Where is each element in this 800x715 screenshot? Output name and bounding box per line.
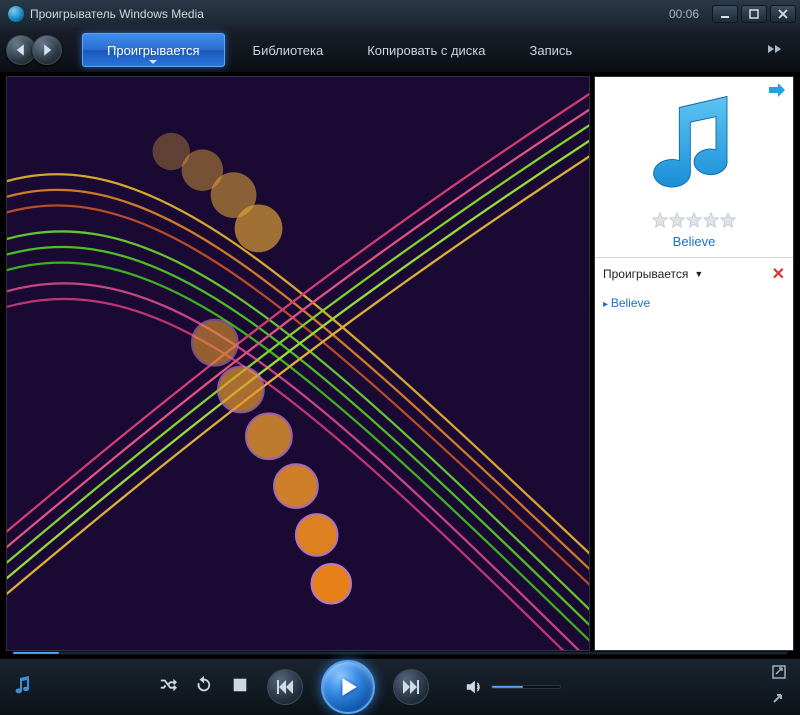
more-tabs-button[interactable] — [758, 41, 794, 59]
nav-forward-button[interactable] — [32, 35, 62, 65]
chevron-down-icon: ▼ — [694, 269, 703, 279]
next-panel-button[interactable] — [769, 83, 785, 102]
minimize-button[interactable] — [712, 5, 738, 23]
repeat-button[interactable] — [195, 676, 213, 699]
playlist-item-label: Believe — [611, 296, 650, 310]
tab-label: Запись — [530, 43, 573, 58]
chevron-down-icon — [149, 60, 157, 64]
star-icon — [703, 212, 719, 228]
tab-bar: Проигрывается Библиотека Копировать с ди… — [76, 28, 594, 72]
current-song-title: Believe — [603, 234, 785, 249]
volume-slider[interactable] — [491, 685, 561, 689]
compact-mode-button[interactable] — [772, 690, 786, 709]
seek-bar[interactable] — [12, 651, 788, 657]
tab-burn[interactable]: Запись — [508, 28, 595, 72]
close-button[interactable] — [770, 5, 796, 23]
tab-label: Библиотека — [253, 43, 324, 58]
playlist-item[interactable]: Believe — [603, 294, 785, 312]
tab-label: Копировать с диска — [367, 43, 485, 58]
switch-to-library-button[interactable] — [14, 675, 34, 700]
star-icon — [686, 212, 702, 228]
clear-playlist-button[interactable]: ✕ — [772, 264, 785, 284]
fullscreen-button[interactable] — [772, 665, 786, 684]
star-icon — [720, 212, 736, 228]
visualization-pane[interactable] — [6, 76, 590, 651]
album-art-area: Believe — [595, 77, 793, 257]
app-window: Проигрыватель Windows Media 00:06 Проигр… — [0, 0, 800, 715]
star-icon — [669, 212, 685, 228]
shuffle-button[interactable] — [159, 676, 177, 699]
rating-stars[interactable] — [603, 212, 785, 228]
playlist: Believe — [595, 290, 793, 316]
tab-now-playing[interactable]: Проигрывается — [82, 33, 225, 67]
music-note-icon — [639, 91, 749, 201]
tab-rip[interactable]: Копировать с диска — [345, 28, 507, 72]
play-button[interactable] — [321, 660, 375, 714]
window-title: Проигрыватель Windows Media — [30, 7, 204, 21]
app-icon — [8, 6, 24, 22]
content-area: Believe Проигрывается ▼ ✕ Believe — [0, 72, 800, 651]
elapsed-time: 00:06 — [669, 7, 699, 21]
playlist-header-label: Проигрывается — [603, 267, 688, 281]
navbar: Проигрывается Библиотека Копировать с ди… — [0, 28, 800, 72]
star-icon — [652, 212, 668, 228]
maximize-button[interactable] — [741, 5, 767, 23]
previous-button[interactable] — [267, 669, 303, 705]
tab-label: Проигрывается — [107, 43, 200, 58]
next-button[interactable] — [393, 669, 429, 705]
titlebar: Проигрыватель Windows Media 00:06 — [0, 0, 800, 28]
playlist-header[interactable]: Проигрывается ▼ ✕ — [595, 257, 793, 290]
volume-control — [465, 678, 561, 696]
side-panel: Believe Проигрывается ▼ ✕ Believe — [594, 76, 794, 651]
tab-library[interactable]: Библиотека — [231, 28, 346, 72]
stop-button[interactable] — [231, 676, 249, 699]
player-controls — [0, 659, 800, 715]
mute-button[interactable] — [465, 678, 483, 696]
